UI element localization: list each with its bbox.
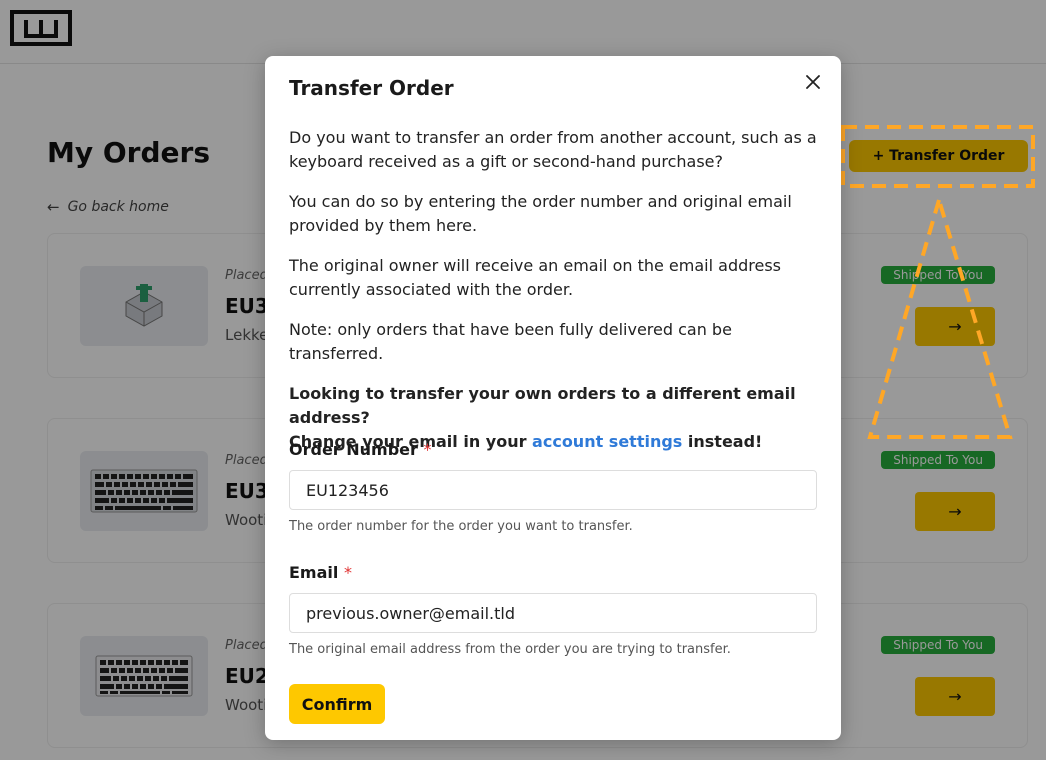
modal-title: Transfer Order (289, 76, 454, 100)
modal-paragraph: The original owner will receive an email… (289, 256, 781, 299)
close-button[interactable] (801, 70, 825, 94)
modal-description: Do you want to transfer an order from an… (289, 126, 821, 470)
email-input[interactable] (289, 593, 817, 633)
note-line: Looking to transfer your own orders to a… (289, 384, 796, 427)
order-number-label: Order Number * (289, 440, 431, 459)
email-help: The original email address from the orde… (289, 642, 731, 657)
email-label: Email * (289, 563, 352, 582)
required-mark: * (343, 563, 352, 582)
note-text: instead! (682, 432, 763, 451)
transfer-order-modal: Transfer Order Do you want to transfer a… (265, 56, 841, 740)
modal-paragraph: Do you want to transfer an order from an… (289, 128, 817, 171)
modal-paragraph: Note: only orders that have been fully d… (289, 320, 732, 363)
close-icon (806, 75, 820, 89)
modal-paragraph: You can do so by entering the order numb… (289, 192, 792, 235)
required-mark: * (423, 440, 432, 459)
order-number-input[interactable] (289, 470, 817, 510)
account-settings-link[interactable]: account settings (532, 432, 682, 451)
confirm-button[interactable]: Confirm (289, 684, 385, 724)
order-number-help: The order number for the order you want … (289, 519, 633, 534)
order-number-label-text: Order Number (289, 440, 418, 459)
email-label-text: Email (289, 563, 339, 582)
